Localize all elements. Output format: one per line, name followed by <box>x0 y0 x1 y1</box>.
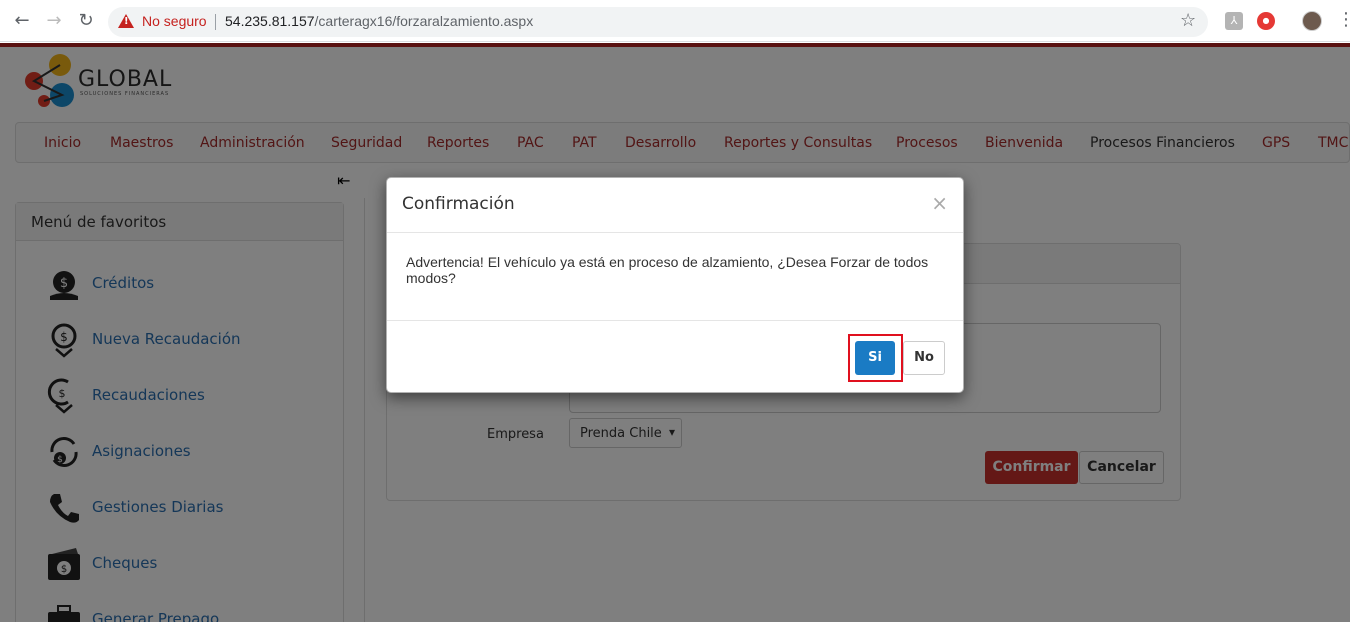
address-separator <box>215 14 216 30</box>
forward-icon[interactable]: → <box>44 11 64 31</box>
dialog-message: Advertencia! El vehículo ya está en proc… <box>387 233 963 321</box>
url-path: /carteragx16/forzaralzamiento.aspx <box>314 13 534 29</box>
dialog-title: Confirmación <box>402 194 515 214</box>
address-bar[interactable]: No seguro 54.235.81.157/carteragx16/forz… <box>108 7 1208 37</box>
no-button[interactable]: No <box>903 341 945 375</box>
close-icon[interactable]: × <box>931 191 948 215</box>
url-text[interactable]: 54.235.81.157/carteragx16/forzaralzamien… <box>225 13 533 29</box>
bookmark-star-icon[interactable]: ☆ <box>1180 10 1196 31</box>
dialog-footer: Si No <box>387 321 963 393</box>
profile-avatar[interactable] <box>1302 11 1322 31</box>
back-icon[interactable]: ← <box>12 11 32 31</box>
extension-icon[interactable]: ● <box>1257 12 1275 30</box>
url-host: 54.235.81.157 <box>225 13 315 29</box>
browser-menu-icon[interactable]: ⋮ <box>1337 9 1350 30</box>
reload-icon[interactable]: ↻ <box>76 11 96 31</box>
security-label[interactable]: No seguro <box>142 13 207 29</box>
pdf-extension-icon[interactable]: ⅄ <box>1225 12 1243 30</box>
browser-toolbar: ← → ↻ No seguro 54.235.81.157/carteragx1… <box>0 0 1350 42</box>
yes-button[interactable]: Si <box>855 341 895 375</box>
confirmation-dialog: Confirmación × Advertencia! El vehículo … <box>386 177 964 393</box>
dialog-header: Confirmación × <box>387 178 963 233</box>
warning-icon <box>118 14 134 28</box>
